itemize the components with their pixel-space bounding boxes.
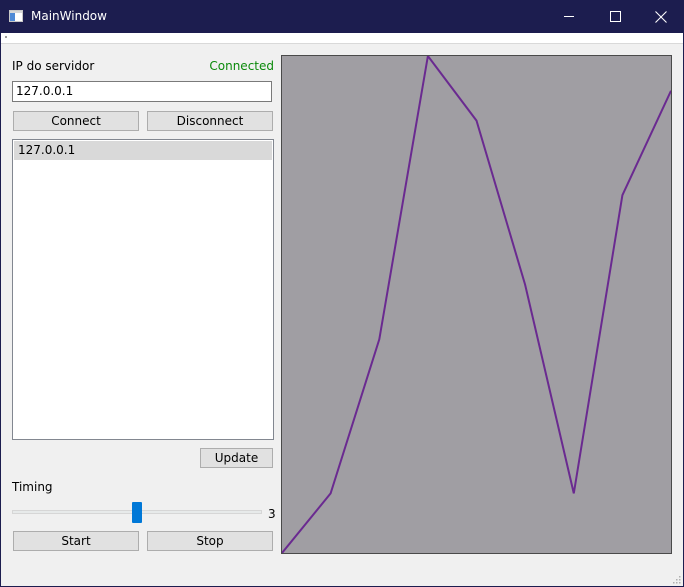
series-line-0	[282, 56, 671, 553]
connection-status: Connected	[209, 59, 274, 73]
stop-button[interactable]: Stop	[147, 531, 273, 551]
app-window-icon	[9, 10, 23, 22]
close-button[interactable]	[638, 0, 684, 33]
line-chart	[282, 56, 671, 553]
disconnect-button[interactable]: Disconnect	[147, 111, 273, 131]
window-border	[0, 33, 1, 587]
close-icon	[655, 11, 667, 23]
connect-button[interactable]: Connect	[13, 111, 139, 131]
minimize-icon	[564, 16, 574, 17]
timing-slider-handle[interactable]	[132, 502, 142, 523]
resize-grip-icon[interactable]	[673, 576, 681, 584]
list-item[interactable]: 127.0.0.1	[14, 141, 272, 160]
start-button[interactable]: Start	[13, 531, 139, 551]
timing-label: Timing	[12, 480, 53, 494]
window-title: MainWindow	[31, 9, 107, 23]
maximize-button[interactable]	[592, 0, 638, 33]
plot-area	[281, 55, 672, 554]
menu-bar	[1, 33, 683, 44]
title-bar: MainWindow	[0, 0, 684, 33]
menu-grip-icon	[5, 36, 7, 38]
server-ip-input[interactable]	[12, 81, 272, 102]
maximize-icon	[610, 11, 621, 22]
timing-value: 3	[268, 507, 276, 521]
server-ip-label: IP do servidor	[12, 59, 95, 73]
update-button[interactable]: Update	[200, 448, 273, 468]
server-list[interactable]: 127.0.0.1	[12, 139, 274, 440]
minimize-button[interactable]	[546, 0, 592, 33]
